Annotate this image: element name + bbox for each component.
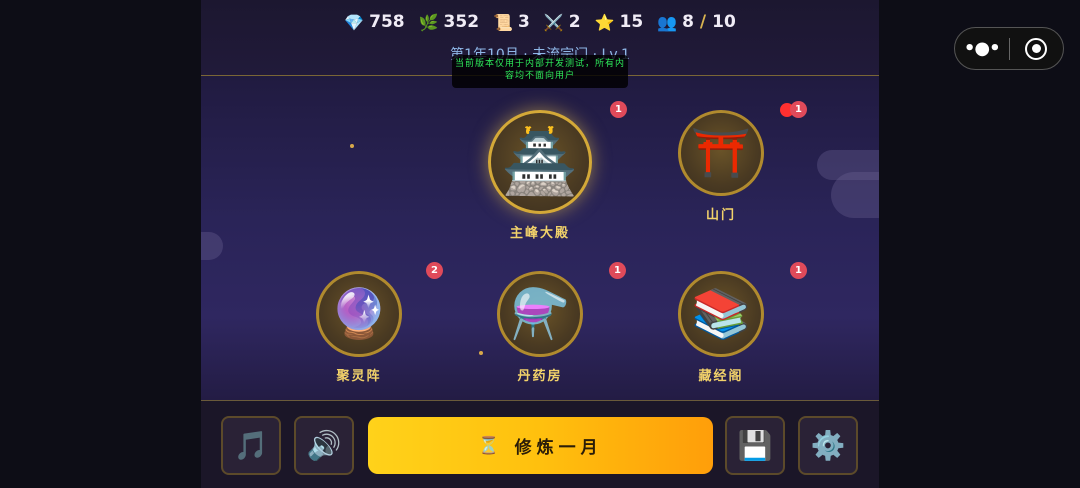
herbs-stat: 🌿 352 (419, 12, 479, 32)
building-alchemy-room[interactable]: ⚗️ 丹药房 (496, 271, 584, 384)
scrolls-stat: 📜 3 (493, 12, 530, 32)
building-spirit-array[interactable]: 🔮 聚灵阵 (315, 271, 403, 384)
swords-icon: ⚔️ (543, 12, 564, 32)
herb-icon: 🌿 (418, 12, 439, 32)
music-note-icon: 🎵 (233, 429, 269, 462)
save-button[interactable]: 💾 (725, 416, 785, 475)
settings-button[interactable]: ⚙️ (798, 416, 858, 475)
alchemy-room-label: 丹药房 (517, 369, 563, 384)
hourglass-icon: ⏳ (478, 435, 505, 456)
fog-cloud (201, 232, 223, 260)
swords-value: 2 (568, 12, 581, 32)
building-scripture-library[interactable]: 📚 藏经阁 (677, 271, 765, 384)
stars-value: 15 (619, 12, 644, 32)
bottom-action-bar: 🎵 🔊 ⏳ 修炼一月 💾 ⚙️ (201, 400, 879, 488)
close-miniprogram-button[interactable] (1009, 37, 1063, 60)
gear-icon: ⚙️ (810, 429, 846, 462)
spirit-array-label: 聚灵阵 (336, 369, 382, 384)
target-icon (1025, 37, 1048, 60)
cultivate-month-button[interactable]: ⏳ 修炼一月 (368, 417, 713, 474)
swords-stat: ⚔️ 2 (544, 12, 581, 32)
spirit-array-ring[interactable]: 🔮 (316, 271, 402, 357)
alchemy-room-ring[interactable]: ⚗️ (497, 271, 583, 357)
spirit-array-badge: 2 (426, 262, 443, 279)
dev-notice-toast: 当前版本仅用于内部开发测试，所有内容均不面向用户 (452, 55, 628, 88)
scripture-library-label: 藏经阁 (698, 369, 744, 384)
alchemy-room-badge: 1 (609, 262, 626, 279)
torii-gate-icon: ⛩️ (691, 125, 751, 181)
stars-stat: ⭐ 15 (595, 12, 644, 32)
music-toggle-button[interactable]: 🎵 (221, 416, 281, 475)
speaker-icon: 🔊 (306, 429, 342, 462)
disciples-max: 10 (712, 12, 736, 32)
mountain-gate-badge: 1 (790, 101, 807, 118)
disciples-stat: 👥 8 / 10 (657, 12, 736, 32)
building-main-hall[interactable]: 🏯 主峰大殿 (488, 110, 592, 241)
stats-row: 💎 758 🌿 352 📜 3 ⚔️ 2 ⭐ 15 👥 8 / 10 (201, 12, 879, 32)
scripture-library-badge: 1 (790, 262, 807, 279)
books-icon: 📚 (691, 286, 751, 342)
crystal-ball-icon: 🔮 (329, 286, 389, 342)
gems-value: 758 (369, 12, 405, 32)
more-menu-icon[interactable]: •●• (955, 38, 1009, 59)
cultivate-label: 修炼一月 (514, 438, 603, 458)
mountain-gate-ring[interactable]: ⛩️ (678, 110, 764, 196)
castle-icon: 🏯 (501, 125, 579, 198)
gems-stat: 💎 758 (344, 12, 404, 32)
scripture-library-ring[interactable]: 📚 (678, 271, 764, 357)
disciples-value: 8 (682, 12, 694, 32)
building-mountain-gate[interactable]: ⛩️ 山门 (677, 110, 765, 223)
main-hall-badge: 1 (610, 101, 627, 118)
main-hall-label: 主峰大殿 (509, 226, 570, 241)
sparkle (350, 144, 354, 148)
scroll-icon: 📜 (493, 12, 513, 32)
mountain-gate-label: 山门 (705, 208, 736, 223)
scrolls-value: 3 (517, 12, 530, 32)
star-icon: ⭐ (594, 12, 615, 32)
herbs-value: 352 (443, 12, 480, 32)
fog-cloud (831, 172, 879, 218)
sound-toggle-button[interactable]: 🔊 (294, 416, 354, 475)
main-hall-ring[interactable]: 🏯 (488, 110, 592, 214)
floppy-disk-icon: 💾 (737, 429, 773, 462)
disciples-separator: / (699, 12, 707, 32)
alembic-icon: ⚗️ (510, 286, 570, 342)
game-viewport: 💎 758 🌿 352 📜 3 ⚔️ 2 ⭐ 15 👥 8 / 10 当前版本仅… (201, 0, 879, 488)
gem-icon: 💎 (344, 12, 365, 32)
people-icon: 👥 (657, 12, 678, 32)
sparkle (479, 351, 483, 355)
miniprogram-capsule: •●• (954, 27, 1064, 70)
